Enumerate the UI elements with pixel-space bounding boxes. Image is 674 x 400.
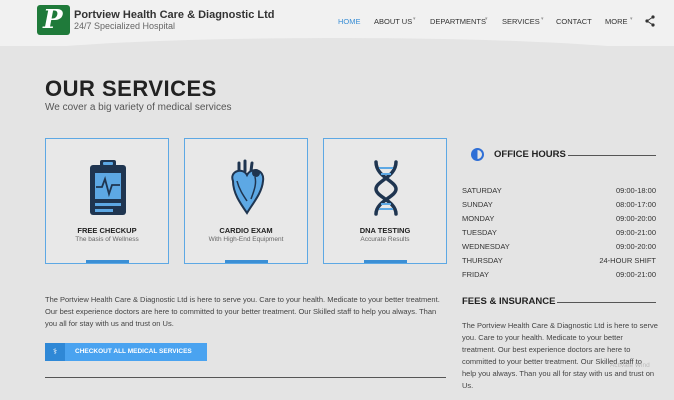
nav-about-us[interactable]: ABOUT US	[374, 17, 412, 29]
hours-row: SATURDAY 09:00-18:00	[462, 186, 656, 197]
dna-icon	[374, 160, 398, 216]
divider	[568, 155, 656, 156]
hours-row: FRIDAY 09:00-21:00	[462, 270, 656, 281]
hours-time: 08:00-17:00	[615, 200, 656, 209]
share-icon[interactable]	[645, 15, 655, 27]
hours-row: MONDAY 09:00-20:00	[462, 214, 656, 225]
hours-row: TUESDAY 09:00-21:00	[462, 228, 656, 239]
office-hours-title: OFFICE HOURS	[494, 149, 566, 160]
page-title: OUR SERVICES	[45, 76, 217, 101]
service-card-cardio-exam[interactable]: CARDIO EXAM With High-End Equipment	[184, 138, 308, 264]
page-subtitle: We cover a big variety of medical servic…	[45, 102, 232, 113]
hours-day: THURSDAY	[462, 256, 503, 265]
card-accent-bar	[225, 260, 268, 263]
hours-time: 09:00-20:00	[615, 242, 656, 251]
service-title: CARDIO EXAM	[219, 226, 273, 235]
medical-services-icon: ⚕	[45, 343, 65, 361]
clock-half-icon	[471, 148, 484, 161]
nav-home[interactable]: HOME	[338, 17, 361, 29]
brand-name[interactable]: Portview Health Care & Diagnostic Ltd	[74, 9, 274, 21]
service-card-free-checkup[interactable]: FREE CHECKUP The basis of Wellness	[45, 138, 169, 264]
site-logo[interactable]: P	[37, 5, 70, 35]
service-title: DNA TESTING	[359, 226, 411, 235]
brand-tagline: 24/7 Specialized Hospital	[74, 21, 176, 31]
service-card-dna-testing[interactable]: DNA TESTING Accurate Results	[323, 138, 447, 264]
heart-organ-icon	[231, 159, 265, 215]
nav-more[interactable]: MORE	[605, 17, 628, 29]
chevron-down-icon: ▾	[485, 16, 488, 22]
hours-day: WEDNESDAY	[462, 242, 510, 251]
fees-paragraph: The Portview Health Care & Diagnostic Lt…	[462, 321, 658, 390]
nav-services[interactable]: SERVICES	[502, 17, 540, 29]
hours-time: 09:00-18:00	[615, 186, 656, 195]
service-subtitle: Accurate Results	[360, 236, 410, 243]
card-accent-bar	[364, 260, 407, 263]
os-watermark: Activate Wind	[610, 362, 650, 369]
hours-day: FRIDAY	[462, 270, 489, 279]
chevron-down-icon: ▾	[630, 16, 633, 22]
clipboard-heartbeat-icon	[90, 160, 126, 215]
hours-day: MONDAY	[462, 214, 495, 223]
hours-row: THURSDAY 24-HOUR SHIFT	[462, 256, 656, 267]
divider	[45, 377, 446, 378]
hours-time: 09:00-21:00	[615, 228, 656, 237]
divider	[557, 302, 656, 303]
service-subtitle: The basis of Wellness	[75, 236, 139, 243]
chevron-down-icon: ▾	[541, 16, 544, 22]
service-subtitle: With High-End Equipment	[208, 236, 284, 243]
fees-insurance-title: FEES & INSURANCE	[462, 296, 556, 307]
nav-contact[interactable]: CONTACT	[556, 17, 592, 29]
logo-letter: P	[43, 5, 63, 35]
chevron-down-icon: ▾	[413, 16, 416, 22]
hours-row: SUNDAY 08:00-17:00	[462, 200, 656, 211]
hours-day: SATURDAY	[462, 186, 502, 195]
service-title: FREE CHECKUP	[77, 226, 137, 235]
hours-row: WEDNESDAY 09:00-20:00	[462, 242, 656, 253]
cta-label: CHECKOUT ALL MEDICAL SERVICES	[75, 348, 192, 355]
card-accent-bar	[86, 260, 129, 263]
hours-time: 09:00-20:00	[615, 214, 656, 223]
hours-time: 24-HOUR SHIFT	[599, 256, 656, 265]
hours-day: SUNDAY	[462, 200, 493, 209]
hours-time: 09:00-21:00	[615, 270, 656, 279]
hours-day: TUESDAY	[462, 228, 497, 237]
checkout-services-button[interactable]: ⚕ CHECKOUT ALL MEDICAL SERVICES	[45, 343, 207, 361]
nav-departments[interactable]: DEPARTMENTS	[430, 17, 486, 29]
intro-paragraph: The Portview Health Care & Diagnostic Lt…	[45, 295, 440, 328]
